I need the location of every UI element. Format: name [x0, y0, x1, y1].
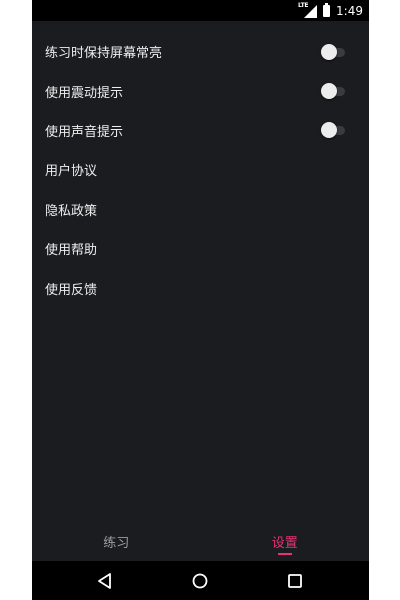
- recents-icon[interactable]: [284, 570, 306, 592]
- tab-settings[interactable]: 设置: [201, 521, 370, 561]
- setting-label: 使用反馈: [45, 282, 98, 298]
- setting-help[interactable]: 使用帮助: [32, 229, 369, 268]
- tab-label: 设置: [271, 535, 298, 551]
- sound-toggle[interactable]: [321, 122, 345, 139]
- bottom-tab-bar: 练习 设置: [32, 521, 369, 561]
- setting-user-agreement[interactable]: 用户协议: [32, 150, 369, 189]
- vibration-toggle[interactable]: [321, 83, 345, 100]
- status-indicators: LTE 1:49: [298, 0, 363, 21]
- home-icon[interactable]: [189, 570, 211, 592]
- tab-practice[interactable]: 练习: [32, 521, 201, 561]
- toggle-knob: [321, 122, 337, 139]
- setting-label: 用户协议: [45, 164, 98, 180]
- setting-vibration[interactable]: 使用震动提示: [32, 71, 369, 110]
- setting-label: 练习时保持屏幕常亮: [45, 46, 163, 62]
- setting-feedback[interactable]: 使用反馈: [32, 268, 369, 307]
- tab-label: 练习: [103, 535, 130, 551]
- status-bar: LTE 1:49: [32, 0, 369, 21]
- app-screen: LTE 1:49 练习时保持屏幕常亮 使用震动提示 使用声音提示 用户协议 隐私…: [32, 0, 369, 600]
- system-nav-bar: [32, 561, 369, 600]
- active-tab-indicator: [277, 553, 292, 555]
- keep-screen-on-toggle[interactable]: [321, 43, 345, 60]
- battery-icon: [323, 2, 331, 17]
- signal-icon: LTE: [298, 2, 318, 18]
- setting-label: 使用帮助: [45, 243, 98, 259]
- back-icon[interactable]: [94, 570, 116, 592]
- setting-keep-screen-on[interactable]: 练习时保持屏幕常亮: [32, 32, 369, 71]
- setting-privacy-policy[interactable]: 隐私政策: [32, 190, 369, 229]
- status-time: 1:49: [336, 3, 363, 18]
- settings-list: 练习时保持屏幕常亮 使用震动提示 使用声音提示 用户协议 隐私政策 使用帮助 使…: [32, 32, 369, 308]
- setting-label: 隐私政策: [45, 203, 98, 219]
- setting-sound[interactable]: 使用声音提示: [32, 111, 369, 150]
- setting-label: 使用声音提示: [45, 124, 124, 140]
- setting-label: 使用震动提示: [45, 85, 124, 101]
- toggle-knob: [321, 83, 337, 100]
- toggle-knob: [321, 43, 337, 60]
